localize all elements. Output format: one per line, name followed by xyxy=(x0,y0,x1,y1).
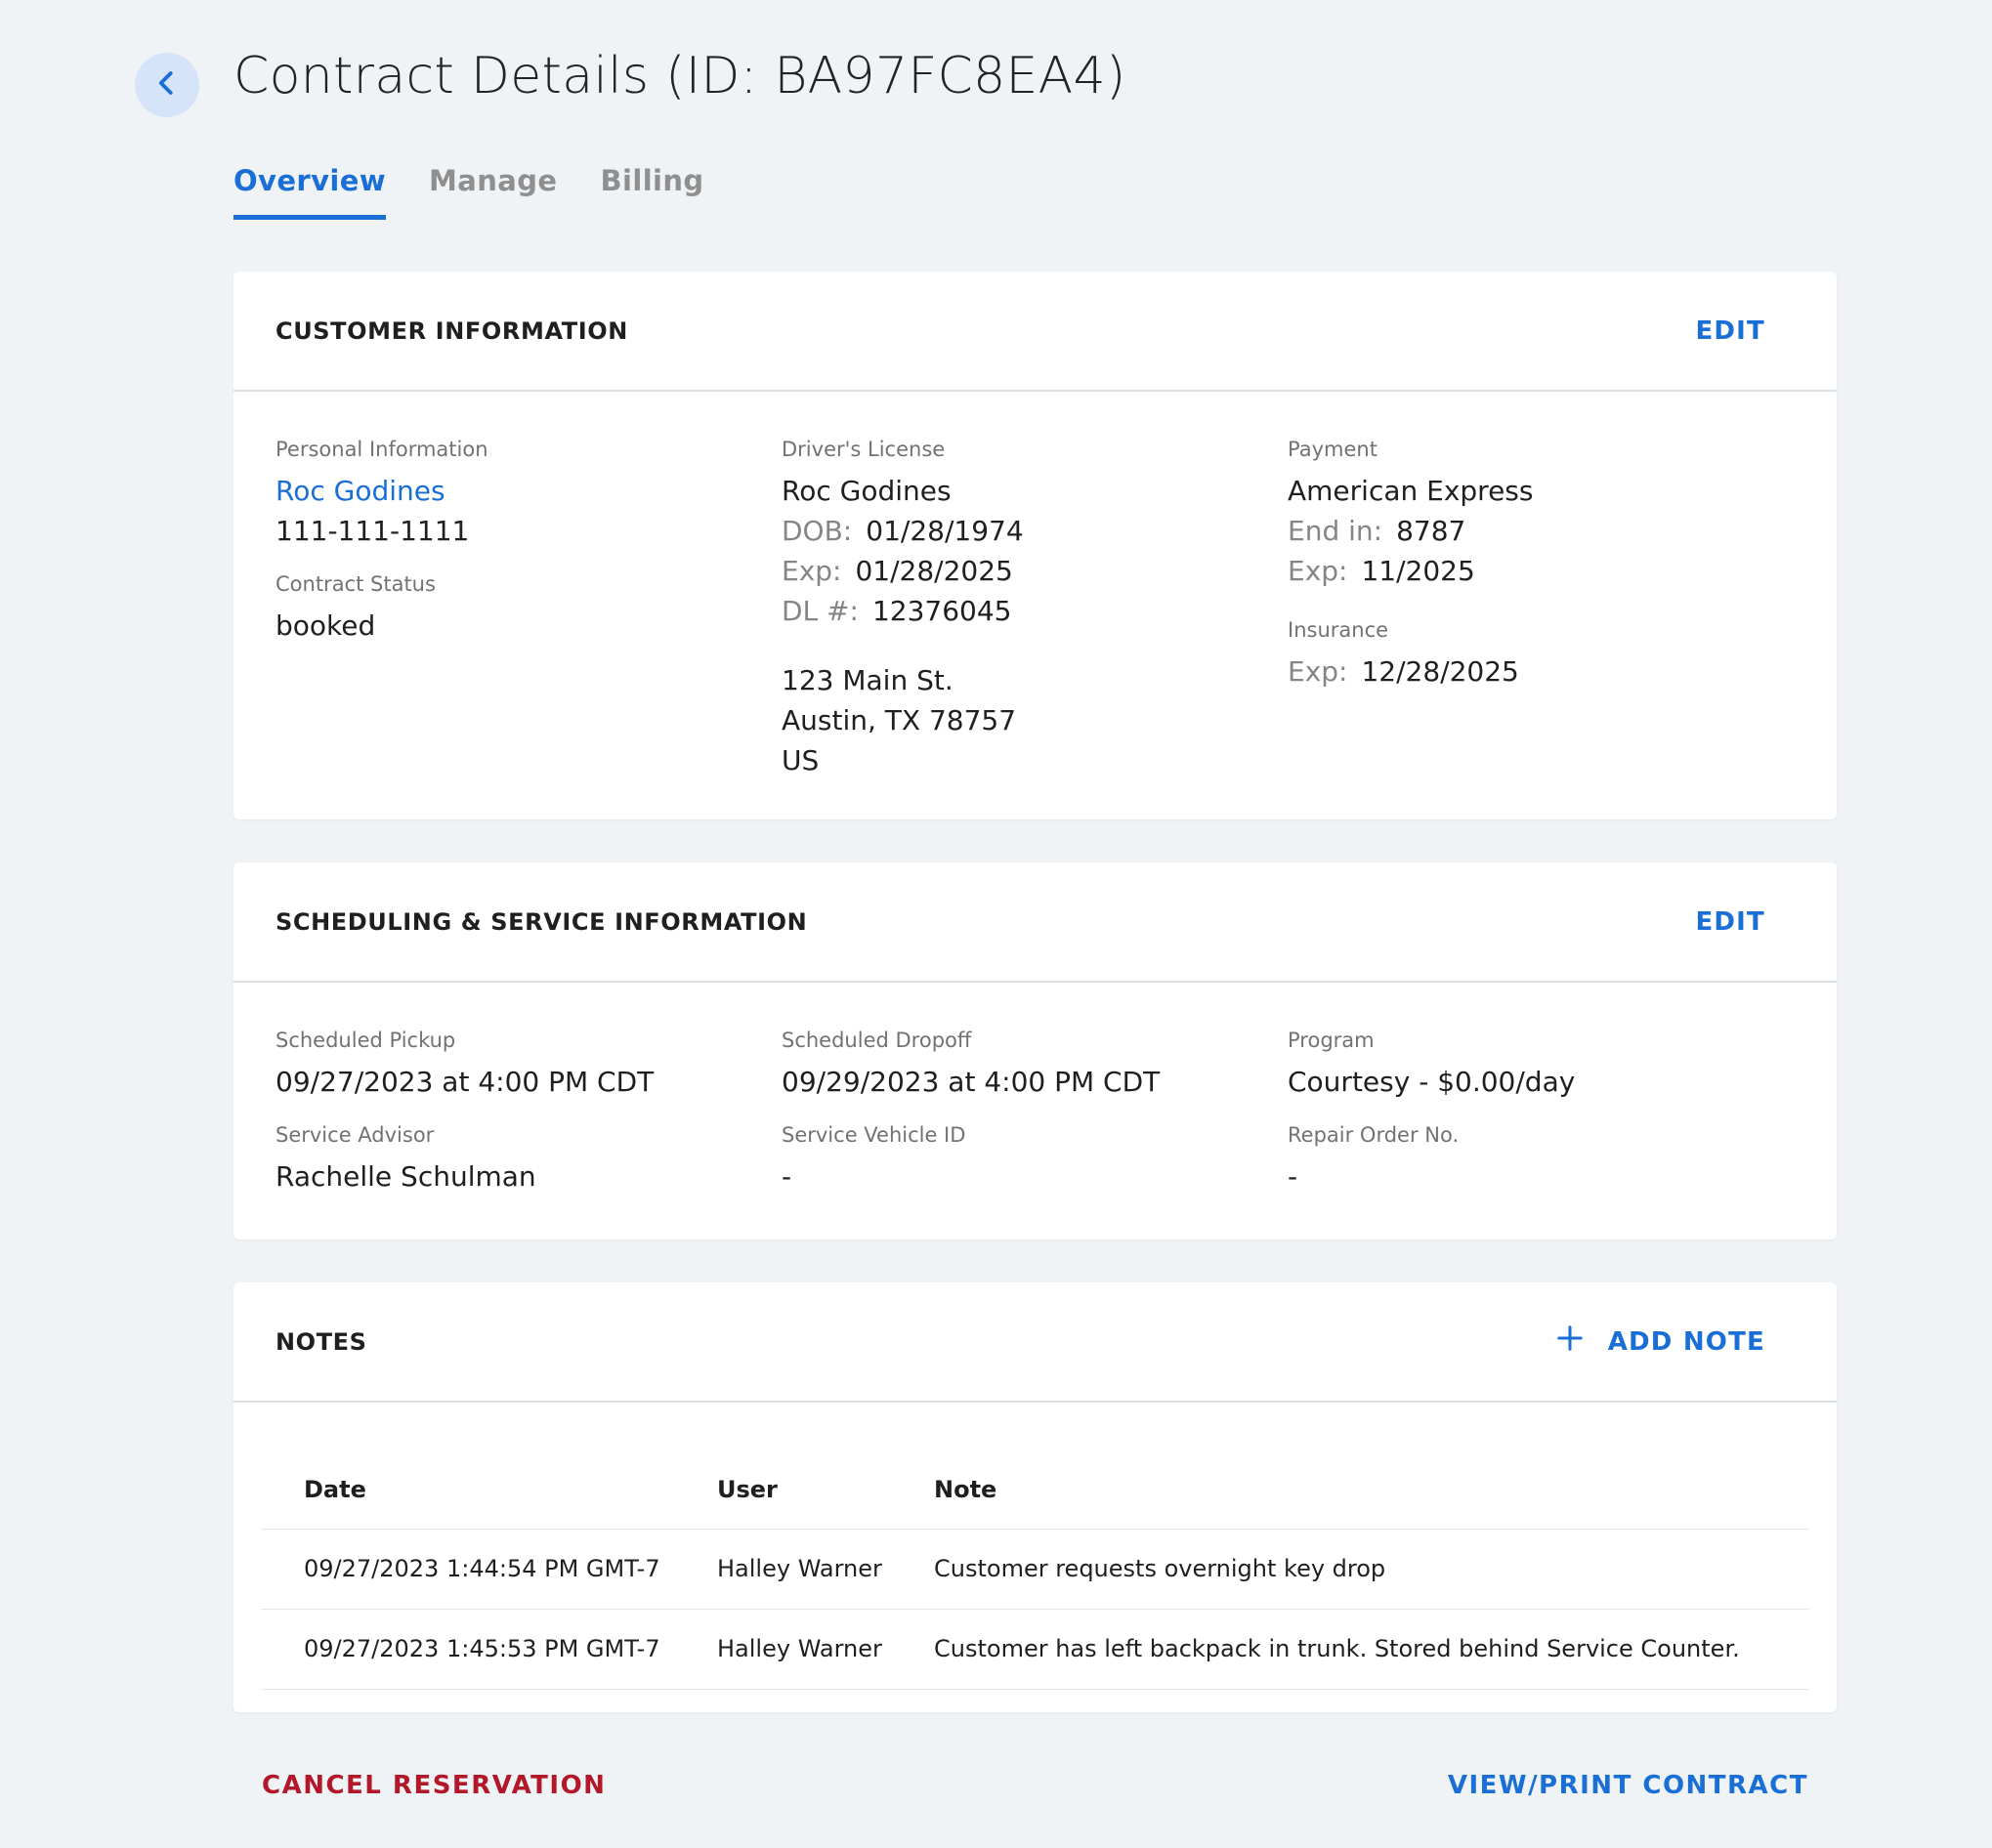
tab-manage[interactable]: Manage xyxy=(429,164,557,220)
page-title: Contract Details (ID: BA97FC8EA4) xyxy=(233,47,1126,105)
license-number: DL #: 12376045 xyxy=(782,595,1012,627)
field-label: Service Vehicle ID xyxy=(782,1123,966,1147)
field-label: Driver's License xyxy=(782,438,946,461)
table-header-row: Date User Note xyxy=(261,1450,1809,1530)
repair-order-no: - xyxy=(1288,1160,1298,1193)
scheduling-service-card: SCHEDULING & SERVICE INFORMATION EDIT Sc… xyxy=(233,862,1837,1239)
field-label: Contract Status xyxy=(275,572,436,596)
tab-billing[interactable]: Billing xyxy=(601,164,704,220)
pickup-and-advisor: Scheduled Pickup 09/27/2023 at 4:00 PM C… xyxy=(275,1029,764,1197)
card-title: NOTES xyxy=(275,1327,367,1356)
customer-name-link[interactable]: Roc Godines xyxy=(275,471,764,511)
add-note-button[interactable]: ADD NOTE xyxy=(1555,1323,1765,1360)
drivers-license: Driver's License Roc Godines DOB: 01/28/1… xyxy=(782,438,1270,780)
dropoff-and-vehicle: Scheduled Dropoff 09/29/2023 at 4:00 PM … xyxy=(782,1029,1270,1197)
note-date: 09/27/2023 1:45:53 PM GMT-7 xyxy=(261,1609,674,1690)
payment-exp: Exp: 11/2025 xyxy=(1288,555,1475,587)
payment-end: End in: 8787 xyxy=(1288,515,1466,547)
plus-icon xyxy=(1555,1323,1585,1360)
license-name: Roc Godines xyxy=(782,475,952,507)
note-user: Halley Warner xyxy=(674,1529,891,1610)
column-header-date: Date xyxy=(261,1450,674,1530)
chevron-left-icon xyxy=(152,68,182,102)
tab-bar: Overview Manage Billing xyxy=(233,164,704,220)
field-label: Personal Information xyxy=(275,438,488,461)
note-text: Customer requests overnight key drop xyxy=(891,1529,1809,1610)
card-header: NOTES ADD NOTE xyxy=(233,1282,1837,1403)
service-vehicle-id: - xyxy=(782,1160,792,1193)
field-label: Payment xyxy=(1288,438,1377,461)
program: Courtesy - $0.00/day xyxy=(1288,1066,1576,1098)
field-label: Scheduled Pickup xyxy=(275,1029,456,1052)
personal-information: Personal Information Roc Godines 111-111… xyxy=(275,438,764,646)
insurance-exp: Exp: 12/28/2025 xyxy=(1288,655,1519,688)
address-line: 123 Main St. xyxy=(782,664,954,696)
service-advisor: Rachelle Schulman xyxy=(275,1160,536,1193)
card-title: CUSTOMER INFORMATION xyxy=(275,316,628,345)
license-dob: DOB: 01/28/1974 xyxy=(782,515,1024,547)
customer-phone: 111-111-1111 xyxy=(275,515,470,547)
payment-card: American Express xyxy=(1288,475,1534,507)
back-button[interactable] xyxy=(135,53,199,117)
cancel-reservation-button[interactable]: CANCEL RESERVATION xyxy=(262,1771,606,1800)
note-text: Customer has left backpack in trunk. Sto… xyxy=(891,1609,1809,1690)
table-row: 09/27/2023 1:44:54 PM GMT-7 Halley Warne… xyxy=(261,1529,1809,1610)
edit-customer-button[interactable]: EDIT xyxy=(1695,316,1765,346)
field-label: Program xyxy=(1288,1029,1375,1052)
view-print-contract-button[interactable]: VIEW/PRINT CONTRACT xyxy=(1448,1771,1808,1800)
edit-scheduling-button[interactable]: EDIT xyxy=(1695,907,1765,937)
scheduled-pickup: 09/27/2023 at 4:00 PM CDT xyxy=(275,1066,655,1098)
column-header-note: Note xyxy=(891,1450,1809,1530)
note-date: 09/27/2023 1:44:54 PM GMT-7 xyxy=(261,1529,674,1610)
program-and-repair: Program Courtesy - $0.00/day Repair Orde… xyxy=(1288,1029,1776,1197)
note-user: Halley Warner xyxy=(674,1609,891,1690)
field-label: Repair Order No. xyxy=(1288,1123,1460,1147)
customer-information-card: CUSTOMER INFORMATION EDIT Personal Infor… xyxy=(233,272,1837,819)
field-label: Service Advisor xyxy=(275,1123,435,1147)
address-line: Austin, TX 78757 xyxy=(782,704,1017,736)
scheduled-dropoff: 09/29/2023 at 4:00 PM CDT xyxy=(782,1066,1161,1098)
field-label: Scheduled Dropoff xyxy=(782,1029,972,1052)
card-header: CUSTOMER INFORMATION EDIT xyxy=(233,272,1837,392)
address-line: US xyxy=(782,744,820,777)
tab-overview[interactable]: Overview xyxy=(233,164,387,220)
notes-card: NOTES ADD NOTE Date User Note 09/27/2023… xyxy=(233,1282,1837,1712)
add-note-label: ADD NOTE xyxy=(1607,1326,1765,1357)
payment-information: Payment American Express End in: 8787 Exp… xyxy=(1288,438,1776,692)
table-row: 09/27/2023 1:45:53 PM GMT-7 Halley Warne… xyxy=(261,1609,1809,1690)
field-label: Insurance xyxy=(1288,618,1389,642)
card-title: SCHEDULING & SERVICE INFORMATION xyxy=(275,907,808,936)
column-header-user: User xyxy=(674,1450,891,1530)
card-header: SCHEDULING & SERVICE INFORMATION EDIT xyxy=(233,862,1837,983)
notes-table: Date User Note 09/27/2023 1:44:54 PM GMT… xyxy=(261,1450,1809,1690)
license-exp: Exp: 01/28/2025 xyxy=(782,555,1013,587)
contract-status: booked xyxy=(275,609,376,642)
